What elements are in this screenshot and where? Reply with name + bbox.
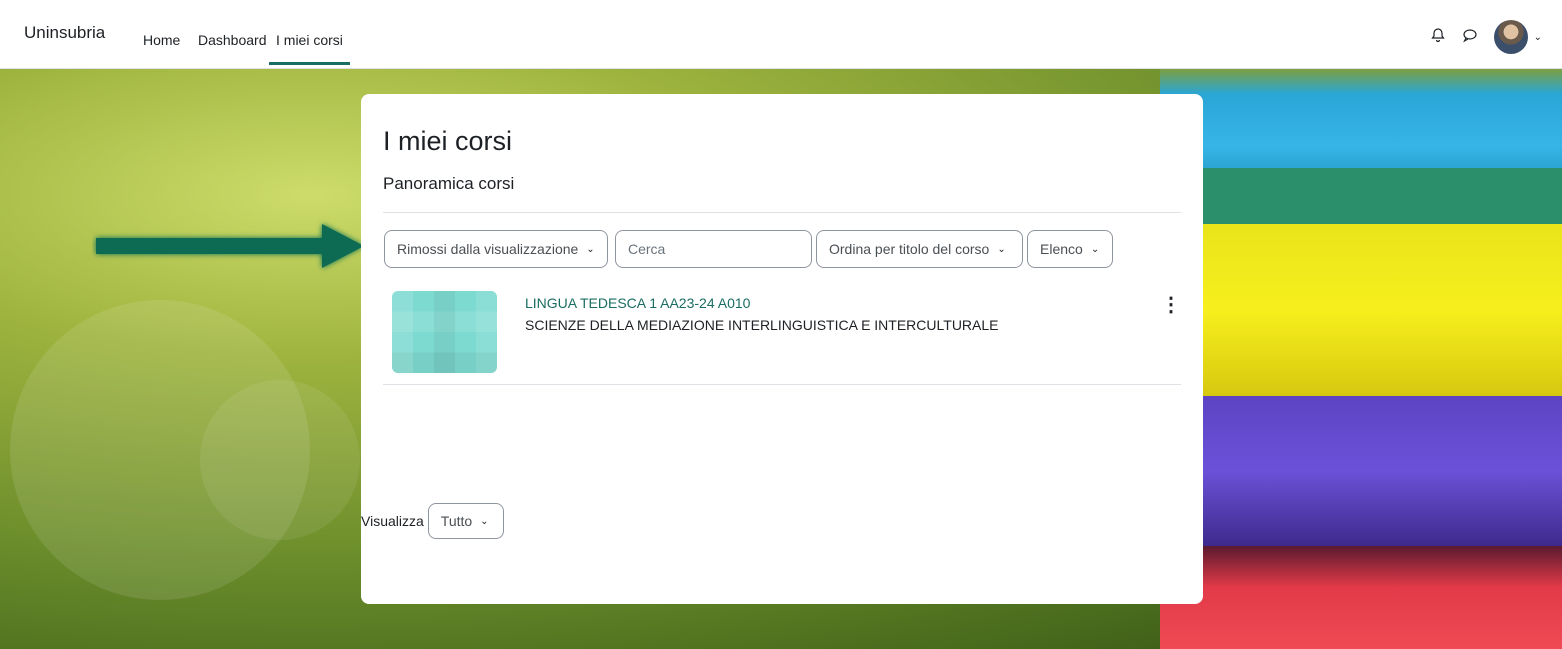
course-title-link[interactable]: LINGUA TEDESCA 1 AA23-24 A010 [525,295,750,311]
grouping-dropdown[interactable]: Rimossi dalla visualizzazione ⌄ [384,230,608,268]
nav-home[interactable]: Home [143,32,180,48]
search-input[interactable]: Cerca [615,230,812,268]
show-count-value: Tutto [440,513,473,529]
chevron-down-icon: ⌄ [997,243,1006,255]
chevron-down-icon[interactable]: ⌄ [1534,32,1542,43]
site-brand[interactable]: Uninsubria [24,23,105,43]
chevron-down-icon: ⌄ [1090,243,1100,255]
chevron-down-icon: ⌄ [586,243,595,255]
page-title: I miei corsi [383,126,513,156]
pagination-show: Visualizza Tutto ⌄ [361,503,504,539]
divider [383,212,1181,213]
search-placeholder: Cerca [628,241,666,257]
chevron-down-icon: ⌄ [480,515,489,527]
annotation-arrow [96,224,364,268]
more-options-icon[interactable]: ⋮ [1161,295,1181,315]
sort-label: Ordina per titolo del corso [829,241,990,257]
divider [383,384,1181,385]
grouping-label: Rimossi dalla visualizzazione [397,241,579,257]
block-subtitle: Panoramica corsi [383,174,515,193]
nav-my-courses[interactable]: I miei corsi [269,32,350,65]
user-avatar[interactable] [1493,20,1528,54]
nav-dashboard[interactable]: Dashboard [198,32,267,48]
view-dropdown[interactable]: Elenco ⌄ [1027,230,1113,268]
course-image[interactable] [392,291,497,373]
bell-icon[interactable] [1430,27,1446,48]
show-count-dropdown[interactable]: Tutto ⌄ [427,503,504,539]
colored-pencils [1160,68,1562,649]
view-label: Elenco [1040,241,1083,257]
chat-icon[interactable] [1462,27,1478,48]
course-category: SCIENZE DELLA MEDIAZIONE INTERLINGUISTIC… [525,317,999,333]
top-navbar: Uninsubria Home Dashboard I miei corsi ⌄ [0,0,1562,69]
sort-dropdown[interactable]: Ordina per titolo del corso ⌄ [816,230,1023,268]
show-label: Visualizza [361,513,424,529]
course-overview-card: I miei corsi Panoramica corsi Rimossi da… [361,94,1203,604]
